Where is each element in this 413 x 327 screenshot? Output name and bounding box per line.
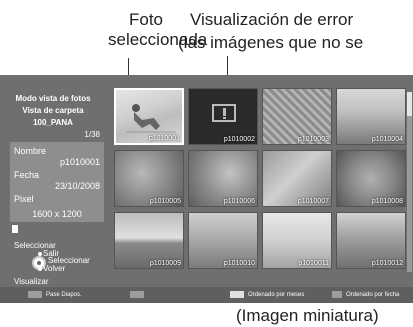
back-label: Volver bbox=[43, 264, 66, 273]
mode-title: Modo vista de fotos bbox=[15, 94, 91, 103]
date-label: Fecha bbox=[14, 170, 40, 180]
thumbnail-4[interactable]: p1010004 bbox=[336, 88, 406, 145]
scrollbar-thumb[interactable] bbox=[407, 92, 412, 116]
pixel-label: Pixel bbox=[14, 194, 34, 204]
thumbnail-2[interactable]: p1010002 bbox=[188, 88, 258, 145]
thumbnail-label: p1010004 bbox=[371, 136, 403, 143]
color-key-bar: Pase Diapos. Ordenado por meses Ordenado… bbox=[0, 287, 413, 303]
thumbnail-label: p1010006 bbox=[223, 198, 255, 205]
green-key-icon bbox=[130, 291, 144, 298]
name-label: Nombre bbox=[14, 146, 47, 156]
thumbnail-label: p1010008 bbox=[371, 198, 403, 205]
control-guide: Seleccionar Salir Seleccionar Volver Vis… bbox=[12, 225, 107, 286]
name-value: p1010001 bbox=[59, 157, 100, 167]
thumbnail-8[interactable]: p1010008 bbox=[336, 150, 406, 207]
thumbnail-5[interactable]: p1010005 bbox=[114, 150, 184, 207]
thumbnail-label: p1010005 bbox=[149, 198, 181, 205]
thumbnail-label: p1010007 bbox=[297, 198, 329, 205]
yellow-button-sort-month[interactable]: Ordenado por meses bbox=[230, 291, 304, 300]
folder-info: Modo vista de fotos Vista de carpeta 100… bbox=[6, 93, 100, 141]
callout-error-display: Visualización de error bbox=[190, 10, 354, 29]
view-label: Visualizar bbox=[14, 277, 49, 286]
thumbnail-12[interactable]: p1010012 bbox=[336, 212, 406, 269]
thumbnail-grid: p1010001 p1010002 p1010003 p1010004 p101… bbox=[114, 88, 407, 272]
thumbnail-9[interactable]: p1010009 bbox=[114, 212, 184, 269]
view-title: Vista de carpeta bbox=[22, 106, 84, 115]
yellow-key-icon bbox=[230, 291, 244, 298]
thumbnail-6[interactable]: p1010006 bbox=[188, 150, 258, 207]
blue-key-icon bbox=[332, 291, 342, 298]
thumbnail-label: p1010009 bbox=[149, 260, 181, 267]
thumbnail-label: p1010001 bbox=[148, 135, 180, 142]
thumbnail-label: p1010012 bbox=[371, 260, 403, 267]
thumbnail-label: p1010002 bbox=[223, 136, 255, 143]
blue-button-sort-date[interactable]: Ordenado por fecha bbox=[332, 291, 399, 300]
sort-date-label: Ordenado por fecha bbox=[346, 292, 400, 299]
thumbnail-10[interactable]: p1010010 bbox=[188, 212, 258, 269]
thumbnail-label: p1010003 bbox=[297, 136, 329, 143]
callout-error-subtext: (las imágenes que no se bbox=[178, 33, 364, 52]
bullet-icon bbox=[38, 267, 42, 271]
green-button[interactable] bbox=[130, 291, 148, 300]
scrollbar[interactable] bbox=[407, 92, 412, 272]
pixel-value: 1600 x 1200 bbox=[32, 209, 82, 219]
thumbnail-11[interactable]: p1010011 bbox=[262, 212, 332, 269]
document-icon bbox=[12, 225, 18, 233]
red-key-icon bbox=[28, 291, 42, 298]
thumbnail-1[interactable]: p1010001 bbox=[114, 88, 184, 145]
photo-metadata-panel: Nombre p1010001 Fecha 23/10/2008 Pixel 1… bbox=[10, 142, 104, 222]
date-value: 23/10/2008 bbox=[54, 181, 100, 191]
thumbnail-3[interactable]: p1010003 bbox=[262, 88, 332, 145]
sort-month-label: Ordenado por meses bbox=[248, 292, 305, 299]
thumbnail-label: p1010011 bbox=[298, 260, 329, 267]
thumbnail-label: p1010010 bbox=[223, 260, 255, 267]
folder-name: 100_PANA bbox=[33, 118, 73, 127]
slideshow-label: Pase Diapos. bbox=[46, 292, 82, 299]
photo-counter: 1/38 bbox=[84, 130, 100, 139]
callout-selected-photo: Foto seleccionada bbox=[108, 10, 208, 49]
thumbnail-7[interactable]: p1010007 bbox=[262, 150, 332, 207]
back-hint: Volver bbox=[38, 264, 65, 273]
red-button-slideshow[interactable]: Pase Diapos. bbox=[28, 291, 82, 300]
callout-thumbnail: (Imagen miniatura) bbox=[236, 306, 379, 325]
photo-viewer-screen: Modo vista de fotos Vista de carpeta 100… bbox=[0, 75, 413, 303]
